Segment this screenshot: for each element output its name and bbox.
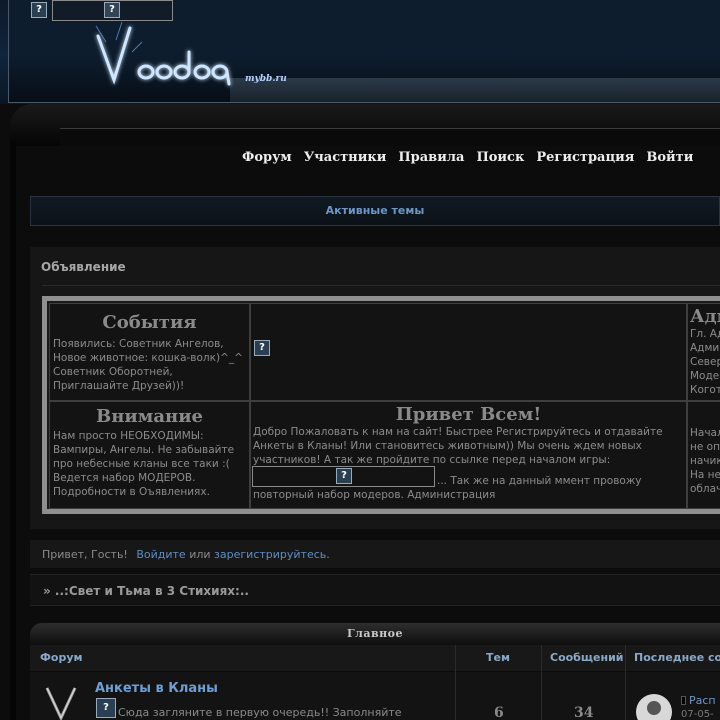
nav-register[interactable]: Регистрация (536, 150, 634, 165)
header-banner-box[interactable]: ? (52, 0, 173, 21)
events-text: Появились: Советник Ангелов, Новое живот… (53, 338, 243, 392)
column-divider (625, 645, 626, 720)
header-band (230, 78, 720, 102)
broken-image-icon[interactable]: ? (31, 2, 47, 18)
last-post-title: Расп (689, 694, 716, 707)
last-post-date: 07-05- (681, 709, 714, 720)
attention-heading: Внимание (95, 406, 203, 427)
col-last-post: Последнее соо (634, 651, 720, 664)
divider (42, 285, 720, 286)
left-border (10, 140, 16, 720)
col-topics: Тем (486, 651, 510, 664)
column-headers: Форум Тем Сообщений Последнее соо (30, 645, 720, 671)
greeting-text: Привет, Гость! Войдите или зарегистрируй… (42, 548, 330, 561)
col-forum: Форум (40, 651, 83, 664)
announcement-table: События Появились: Советник Ангелов, Нов… (42, 296, 720, 514)
attention-cell: Внимание Нам просто НЕОБХОДИМЫ: Вампиры,… (49, 401, 250, 509)
right-cell: Начал не оп начик На не облач (687, 401, 720, 509)
voodoo-logo[interactable] (92, 22, 242, 92)
right-line: Начал (690, 427, 720, 439)
forum-posts-count: 34 (574, 705, 594, 720)
column-divider (541, 645, 542, 720)
welcome-text: Добро Пожаловать к нам на сайт! Быстрее … (253, 426, 663, 466)
active-topics-link[interactable]: Активные темы (31, 204, 719, 217)
right-line: не оп (690, 441, 720, 453)
admin-line: Моде (690, 370, 720, 382)
broken-image-icon: ? (104, 2, 120, 18)
col-posts: Сообщений (550, 651, 624, 664)
broken-image-icon: ? (96, 698, 116, 718)
right-line: облач (690, 483, 720, 495)
welcome-text-after: ... Так же на данный ммент провожу повто… (253, 475, 642, 501)
admin-line: Адми (690, 342, 720, 354)
forum-title-link[interactable]: Анкеты в Кланы (95, 681, 218, 696)
logo-subtitle: mybb.ru (245, 74, 287, 84)
last-post-link[interactable]: Расп (681, 694, 716, 707)
right-line: начик (690, 455, 720, 467)
broken-image-icon[interactable]: ? (254, 340, 270, 356)
breadcrumb-link[interactable]: » ..:Свет и Тьма в 3 Стихиях:.. (43, 584, 249, 598)
admin-heading: Адм (690, 306, 720, 327)
right-line: На не (690, 469, 720, 481)
admin-line: Север (690, 356, 720, 368)
breadcrumb: » ..:Свет и Тьма в 3 Стихиях:.. (30, 574, 720, 606)
admin-cell: Адм Гл. Ад Адми Север Моде Когот (687, 303, 720, 401)
nav-login[interactable]: Войти (646, 150, 693, 165)
nav-forum[interactable]: Форум (242, 150, 292, 165)
greeting-suffix: . (326, 548, 330, 561)
forum-description: Сюда загляните в первую очередь!! Заполн… (118, 706, 402, 719)
category-header: Главное (30, 623, 720, 645)
events-heading: События (102, 312, 197, 333)
welcome-heading: Привет Всем! (395, 404, 542, 425)
attention-text: Нам просто НЕОБХОДИМЫ: Вампиры, Ангелы. … (53, 430, 235, 498)
nav-band-inner (60, 128, 720, 146)
image-cell: ? (250, 303, 687, 401)
login-link[interactable]: Войдите (136, 548, 185, 561)
forum-v-icon (45, 687, 77, 720)
nav-search[interactable]: Поиск (476, 150, 524, 165)
category-title: Главное (346, 627, 403, 640)
admin-line: Когот (690, 384, 720, 396)
register-link[interactable]: зарегистрируйтесь (214, 548, 326, 561)
announcement-title: Объявление (41, 260, 126, 274)
admin-line: Гл. Ад (690, 328, 720, 340)
nav-members[interactable]: Участники (304, 150, 387, 165)
forum-header: ? ? mybb.ru (0, 0, 720, 104)
welcome-cell: Привет Всем! Добро Пожаловать к нам на с… (250, 401, 687, 509)
active-topics-bar: Активные темы (30, 196, 720, 226)
forum-topics-count: 6 (494, 705, 504, 720)
nav-rules[interactable]: Правила (398, 150, 464, 165)
main-nav: Форум Участники Правила Поиск Регистраци… (242, 150, 693, 165)
events-cell: События Появились: Советник Ангелов, Нов… (49, 303, 250, 401)
topic-icon (681, 696, 686, 705)
guest-greeting: Привет, Гость! Войдите или зарегистрируй… (30, 540, 720, 568)
greeting-or: или (189, 548, 211, 561)
greeting-prefix: Привет, Гость! (42, 548, 128, 561)
column-divider (455, 645, 456, 720)
